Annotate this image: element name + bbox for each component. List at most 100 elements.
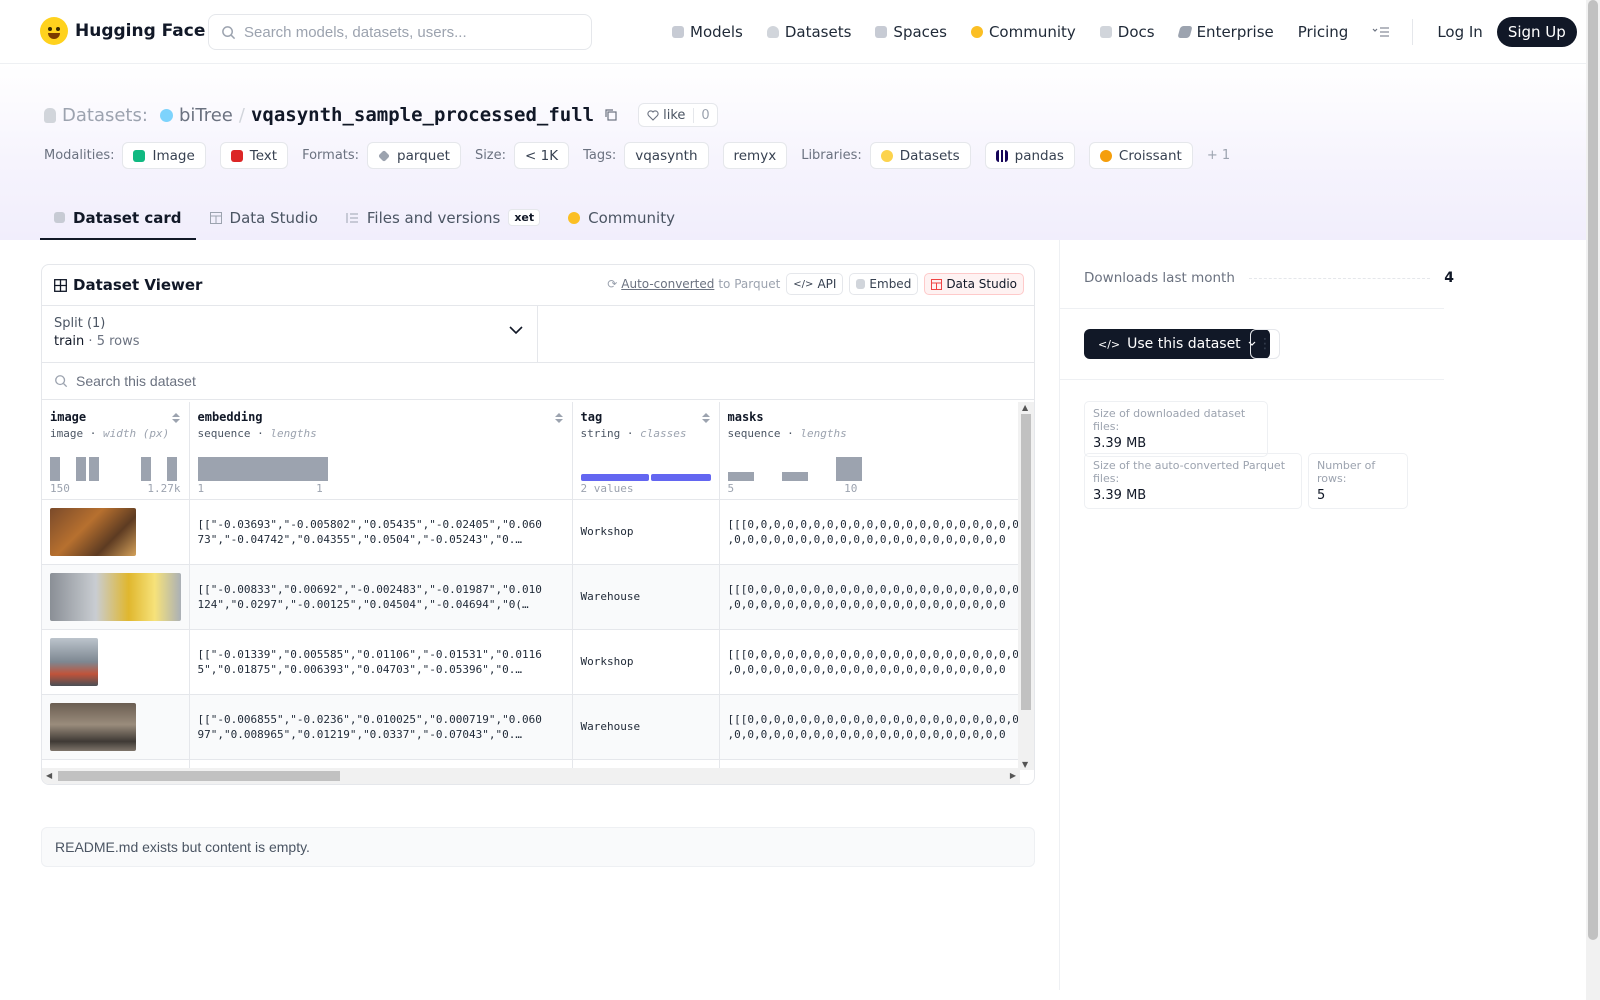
- size-parquet-stat: Size of the auto-converted Parquet files…: [1084, 453, 1302, 509]
- vertical-scrollbar[interactable]: ▲ ▼: [1018, 402, 1034, 770]
- sort-icon[interactable]: [171, 412, 181, 424]
- image-thumbnail[interactable]: [50, 637, 98, 686]
- database-icon: [766, 26, 779, 38]
- tag-size[interactable]: < 1K: [514, 142, 570, 169]
- repo-header: Datasets: biTree / vqasynth_sample_proce…: [0, 64, 1586, 240]
- image-thumbnail[interactable]: [50, 572, 181, 621]
- scrollbar-thumb[interactable]: [1588, 0, 1598, 940]
- sort-icon[interactable]: [554, 412, 564, 424]
- scroll-right-icon[interactable]: ▶: [1010, 771, 1016, 780]
- global-search[interactable]: [208, 14, 592, 50]
- histogram-bar: [50, 456, 60, 481]
- column-header-masks[interactable]: masks sequence · lengths 5 10: [719, 402, 1020, 500]
- nav-docs[interactable]: Docs: [1088, 0, 1167, 64]
- hf-logo[interactable]: Hugging Face: [40, 17, 205, 45]
- kebab-icon: ⋮: [1258, 336, 1272, 352]
- enterprise-icon: [1176, 26, 1193, 38]
- libraries-label: Libraries:: [801, 148, 862, 163]
- image-thumbnail[interactable]: [50, 507, 136, 556]
- more-menu-button[interactable]: [1360, 0, 1402, 64]
- tag-vqasynth[interactable]: vqasynth: [624, 142, 709, 169]
- downloads-label: Downloads last month: [1084, 270, 1235, 286]
- horizontal-scrollbar[interactable]: ◀ ▶: [42, 768, 1020, 784]
- more-options-button[interactable]: ⋮: [1250, 329, 1280, 359]
- search-icon: [222, 25, 236, 39]
- tag-pandas[interactable]: pandas: [984, 142, 1075, 169]
- scrollbar-thumb[interactable]: [1021, 414, 1031, 710]
- tag-text[interactable]: Text: [219, 142, 289, 169]
- nav-spaces[interactable]: Spaces: [863, 0, 959, 64]
- column-header-embedding[interactable]: embedding sequence · lengths 11: [189, 402, 573, 500]
- embedding-cell: [["-0.006855","-0.0236","0.010025","0.00…: [197, 712, 542, 741]
- tag-datasets-lib[interactable]: Datasets: [869, 142, 971, 169]
- database-icon: [44, 107, 56, 123]
- dataset-search[interactable]: [42, 363, 1034, 400]
- code-icon: </>: [793, 278, 814, 290]
- nav-enterprise[interactable]: Enterprise: [1167, 0, 1286, 64]
- global-search-input[interactable]: [244, 23, 574, 41]
- embedding-cell: [["-0.00833","0.00692","-0.002483","-0.0…: [197, 582, 542, 611]
- embed-button[interactable]: Embed: [849, 273, 919, 295]
- xet-badge: xet: [508, 209, 541, 226]
- table-row[interactable]: [["-0.03693","-0.005802","0.05435","-0.0…: [42, 499, 1020, 565]
- tag-croissant[interactable]: Croissant: [1088, 142, 1193, 169]
- tab-files-and-versions[interactable]: Files and versions xet: [332, 195, 554, 240]
- menu-icon: [1372, 27, 1390, 37]
- class-distribution-bar: [580, 473, 711, 481]
- scrollbar-thumb[interactable]: [58, 771, 340, 781]
- column-header-tag[interactable]: tag string · classes 2 values: [572, 402, 720, 500]
- nav-datasets[interactable]: Datasets: [755, 0, 864, 64]
- nav-pricing[interactable]: Pricing: [1286, 0, 1361, 64]
- sort-icon[interactable]: [701, 412, 711, 424]
- readme-empty-notice: README.md exists but content is empty.: [41, 827, 1035, 867]
- auto-converted-note[interactable]: ⟳ Auto-converted to Parquet: [607, 277, 780, 291]
- login-link[interactable]: Log In: [1423, 23, 1497, 41]
- table-row[interactable]: [["-0.01339","0.005585","0.01106","-0.01…: [42, 629, 1020, 695]
- copy-icon[interactable]: [604, 108, 618, 122]
- page-scrollbar[interactable]: [1586, 0, 1600, 1000]
- chevron-down-icon: [509, 326, 523, 335]
- code-icon: </>: [1098, 337, 1121, 351]
- croissant-icon: [1099, 149, 1112, 162]
- tag-cell: Warehouse: [572, 694, 720, 760]
- embedding-cell: [["-0.03693","-0.005802","0.05435","-0.0…: [197, 517, 542, 546]
- scroll-left-icon[interactable]: ◀: [46, 771, 52, 780]
- table-row[interactable]: [["-0.006855","-0.0236","0.010025","0.00…: [42, 694, 1020, 760]
- more-tags[interactable]: + 1: [1207, 148, 1230, 163]
- like-button[interactable]: like 0: [638, 103, 718, 127]
- signup-button[interactable]: Sign Up: [1496, 17, 1577, 47]
- formats-label: Formats:: [302, 148, 360, 163]
- nav-models[interactable]: Models: [660, 0, 755, 64]
- scroll-down-icon[interactable]: ▼: [1022, 760, 1028, 769]
- tag-remyx[interactable]: remyx: [722, 142, 788, 169]
- tag-image[interactable]: Image: [122, 142, 206, 169]
- like-count: 0: [693, 107, 716, 123]
- hf-icon: [880, 149, 893, 162]
- repo-slash: /: [238, 104, 245, 126]
- num-rows-stat: Number of rows: 5: [1308, 453, 1408, 509]
- column-header-image[interactable]: image image · width (px) 150 1.27k: [42, 402, 190, 500]
- data-studio-button[interactable]: Data Studio: [924, 273, 1024, 295]
- api-button[interactable]: </> API: [786, 273, 844, 295]
- repo-type-label: Datasets:: [62, 104, 148, 126]
- tab-data-studio[interactable]: Data Studio: [196, 195, 332, 240]
- book-icon: [1099, 26, 1112, 38]
- nav-divider: [1412, 19, 1414, 45]
- use-this-dataset-button[interactable]: </> Use this dataset: [1084, 329, 1270, 359]
- split-selector[interactable]: Split (1) train · 5 rows: [42, 306, 538, 363]
- dataset-search-input[interactable]: [76, 373, 476, 389]
- viewer-title: Dataset Viewer: [54, 276, 202, 294]
- masks-cell: [[[0,0,0,0,0,0,0,0,0,0,0,0,0,0,0,0,0,0,0…: [727, 517, 1019, 546]
- size-label: Size:: [474, 148, 507, 163]
- tab-community[interactable]: Community: [554, 195, 689, 240]
- image-thumbnail[interactable]: [50, 702, 136, 751]
- tab-dataset-card[interactable]: Dataset card: [40, 195, 196, 240]
- repo-name[interactable]: vqasynth_sample_processed_full: [251, 104, 594, 126]
- nav-community[interactable]: Community: [959, 0, 1088, 64]
- top-navigation: Hugging Face Models Datasets Spaces Comm…: [0, 0, 1586, 64]
- tag-parquet[interactable]: parquet: [367, 142, 461, 169]
- split-value: train: [54, 334, 85, 349]
- table-row[interactable]: [["-0.00833","0.00692","-0.002483","-0.0…: [42, 564, 1020, 630]
- scroll-up-icon[interactable]: ▲: [1022, 403, 1028, 412]
- repo-owner[interactable]: biTree: [179, 105, 233, 126]
